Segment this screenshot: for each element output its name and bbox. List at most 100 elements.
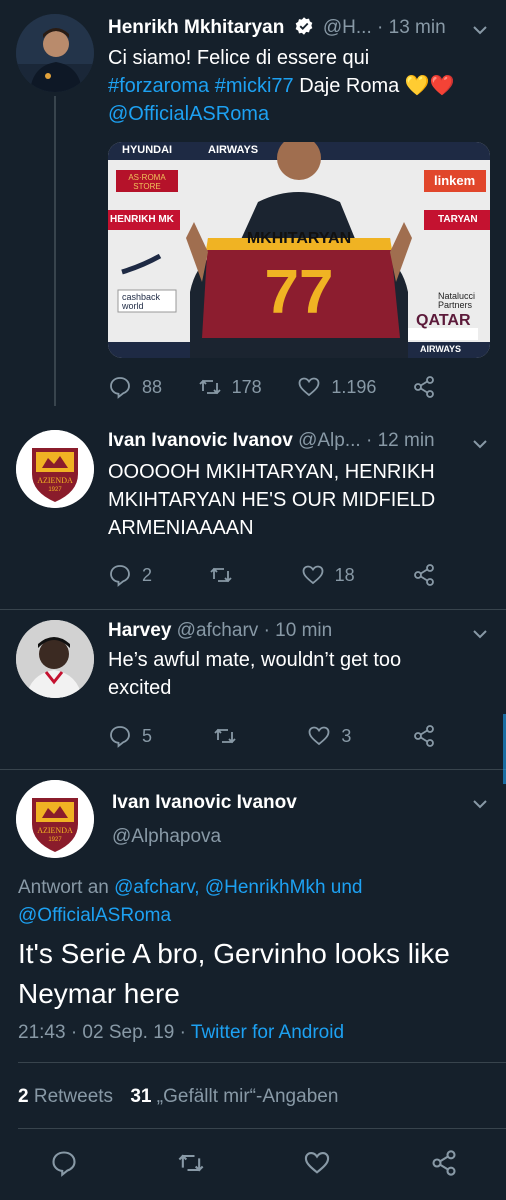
avatar-ivanov[interactable]: AZIENDA 1927 [16, 780, 94, 858]
share-button[interactable] [412, 563, 436, 587]
tweet-harvey[interactable]: Harvey @afcharv · 10 min He’s awful mate… [0, 610, 506, 770]
retweet-button[interactable]: 178 [198, 375, 262, 399]
avatar-ivanov[interactable]: AZIENDA 1927 [16, 430, 94, 508]
retweet-icon [214, 728, 236, 744]
reply-button[interactable]: 5 [108, 724, 152, 748]
like-icon[interactable] [303, 1149, 331, 1177]
reply-count: 2 [142, 564, 153, 585]
tweet-header: Ivan Ivanovic Ivanov @Alp... · 12 min [108, 430, 466, 452]
media-name-left: HENRIKH MK [110, 214, 174, 225]
tweet-time: · 13 min [377, 17, 446, 38]
avatar-mkhitaryan[interactable] [16, 14, 94, 92]
tweet-timestamp: 21:43 · 02 Sep. 19 · [18, 1022, 186, 1043]
media-qatar-sub: AIRWAYS [420, 344, 462, 354]
share-icon [414, 564, 434, 586]
verified-badge-icon [294, 16, 314, 42]
retweet-button[interactable] [213, 724, 247, 748]
media-shirt-name: MKHITARYAN [246, 230, 352, 247]
reply-context: Antwort an @afcharv, @HenrikhMkh und @Of… [18, 874, 482, 930]
heart-emojis: 💛❤️ [404, 75, 455, 97]
retweet-icon[interactable] [177, 1149, 205, 1177]
badge-year: 1927 [48, 487, 62, 493]
reply-icon [110, 726, 130, 748]
tweet-text-line1: Ci siamo! Felice di essere qui [108, 47, 370, 69]
hashtag-micki77[interactable]: #micki77 [215, 75, 294, 97]
like-count: 1.196 [331, 376, 377, 397]
reply-prefix: Antwort an [18, 877, 109, 898]
badge-text: AZIENDA [37, 826, 73, 835]
retweets-label: Retweets [33, 1086, 114, 1107]
badge-text: AZIENDA [37, 476, 73, 485]
author-handle: @Alphapova [112, 826, 222, 847]
reply-icon[interactable] [50, 1149, 78, 1177]
share-button[interactable] [412, 375, 436, 399]
author-handle: @afcharv [176, 620, 259, 641]
author-handle: @Alp... [298, 430, 361, 451]
media-qatar-label: QATAR [416, 312, 471, 329]
focused-actions [50, 1148, 458, 1178]
tweet-text-tail: Daje Roma [299, 75, 400, 97]
mention-afcharv[interactable]: @afcharv, [114, 877, 199, 898]
like-button[interactable]: 3 [307, 724, 351, 748]
author-name[interactable]: Henrikh Mkhitaryan [108, 17, 284, 38]
tweet-meta: 21:43 · 02 Sep. 19 · Twitter for Android [18, 1022, 344, 1044]
media-sponsor-airways: AIRWAYS [208, 144, 259, 156]
author-name[interactable]: Ivan Ivanovic Ivanov [112, 792, 297, 814]
retweet-icon [210, 567, 232, 583]
tweet-client-link[interactable]: Twitter for Android [191, 1022, 344, 1043]
tweet-time: · 10 min [263, 620, 333, 641]
chevron-down-icon[interactable] [472, 22, 488, 38]
tweet-header: Harvey @afcharv · 10 min [108, 620, 466, 642]
tweet-text-line2: #forzaroma #micki77 Daje Roma 💛❤️ [108, 72, 482, 100]
like-button[interactable]: 1.196 [297, 375, 376, 399]
mention-officialasroma[interactable]: @OfficialASRoma [108, 100, 482, 128]
tweet-text: OOOOOH MKIHTARYAN, HENRIKH MKIHTARYAN HE… [108, 461, 436, 539]
hashtag-forzaroma[interactable]: #forzaroma [108, 75, 209, 97]
share-button[interactable] [412, 724, 436, 748]
reply-count: 88 [142, 376, 163, 397]
divider [18, 1128, 506, 1129]
tweet-header: Henrikh Mkhitaryan @H... · 13 min [108, 16, 466, 42]
like-count: 3 [341, 725, 352, 746]
tweet-mkhitaryan[interactable]: Henrikh Mkhitaryan @H... · 13 min Ci sia… [0, 0, 506, 420]
avatar-harvey[interactable] [16, 620, 94, 698]
share-icon[interactable] [430, 1149, 458, 1177]
mention-henrikhmkh[interactable]: @HenrikhMkh [205, 877, 326, 898]
author-handle: @H... [322, 17, 372, 38]
author-name[interactable]: Harvey [108, 620, 171, 641]
badge-year: 1927 [48, 837, 62, 843]
tweet-media-image[interactable]: HYUNDAI AIRWAYS AS·ROMA STORE linkem HEN… [108, 142, 490, 358]
like-icon [302, 565, 324, 585]
tweet-text: Ci siamo! Felice di essere qui #forzarom… [108, 44, 482, 128]
reply-und: und [330, 877, 363, 898]
focused-tweet: AZIENDA 1927 Ivan Ivanovic Ivanov @Alpha… [0, 770, 506, 1200]
likes-label: „Gefällt mir“-Angaben [156, 1086, 339, 1107]
media-natalucci-label: Natalucci Partners [438, 291, 476, 310]
mention-officialasroma[interactable]: @OfficialASRoma [18, 905, 171, 926]
media-cashback-label: cashback world [122, 292, 161, 311]
likes-stat[interactable]: 31 „Gefällt mir“-Angaben [130, 1086, 338, 1107]
reply-icon [110, 565, 130, 587]
retweets-stat[interactable]: 2 Retweets [18, 1086, 118, 1107]
reply-icon [110, 377, 130, 399]
tweet-actions: 5 3 [108, 722, 436, 750]
like-button[interactable]: 18 [301, 563, 355, 587]
chevron-down-icon[interactable] [472, 796, 488, 812]
media-sponsor-left: HYUNDAI [122, 144, 173, 156]
reply-button[interactable]: 88 [108, 375, 162, 399]
media-name-right: TARYAN [438, 214, 478, 225]
retweet-count: 178 [231, 376, 262, 397]
like-icon [308, 726, 330, 746]
tweet-actions: 88 178 1.196 [108, 373, 436, 401]
author-name[interactable]: Ivan Ivanovic Ivanov [108, 430, 293, 451]
share-icon [414, 376, 434, 398]
media-linkem-label: linkem [434, 173, 476, 188]
retweet-icon [199, 379, 221, 395]
chevron-down-icon[interactable] [472, 626, 488, 642]
retweet-button[interactable] [209, 563, 243, 587]
tweet-ivanov-1[interactable]: AZIENDA 1927 Ivan Ivanovic Ivanov @Alp..… [0, 420, 506, 610]
share-icon [414, 725, 434, 747]
chevron-down-icon[interactable] [472, 436, 488, 452]
reply-button[interactable]: 2 [108, 563, 152, 587]
media-store-label: AS·ROMA STORE [128, 173, 166, 191]
